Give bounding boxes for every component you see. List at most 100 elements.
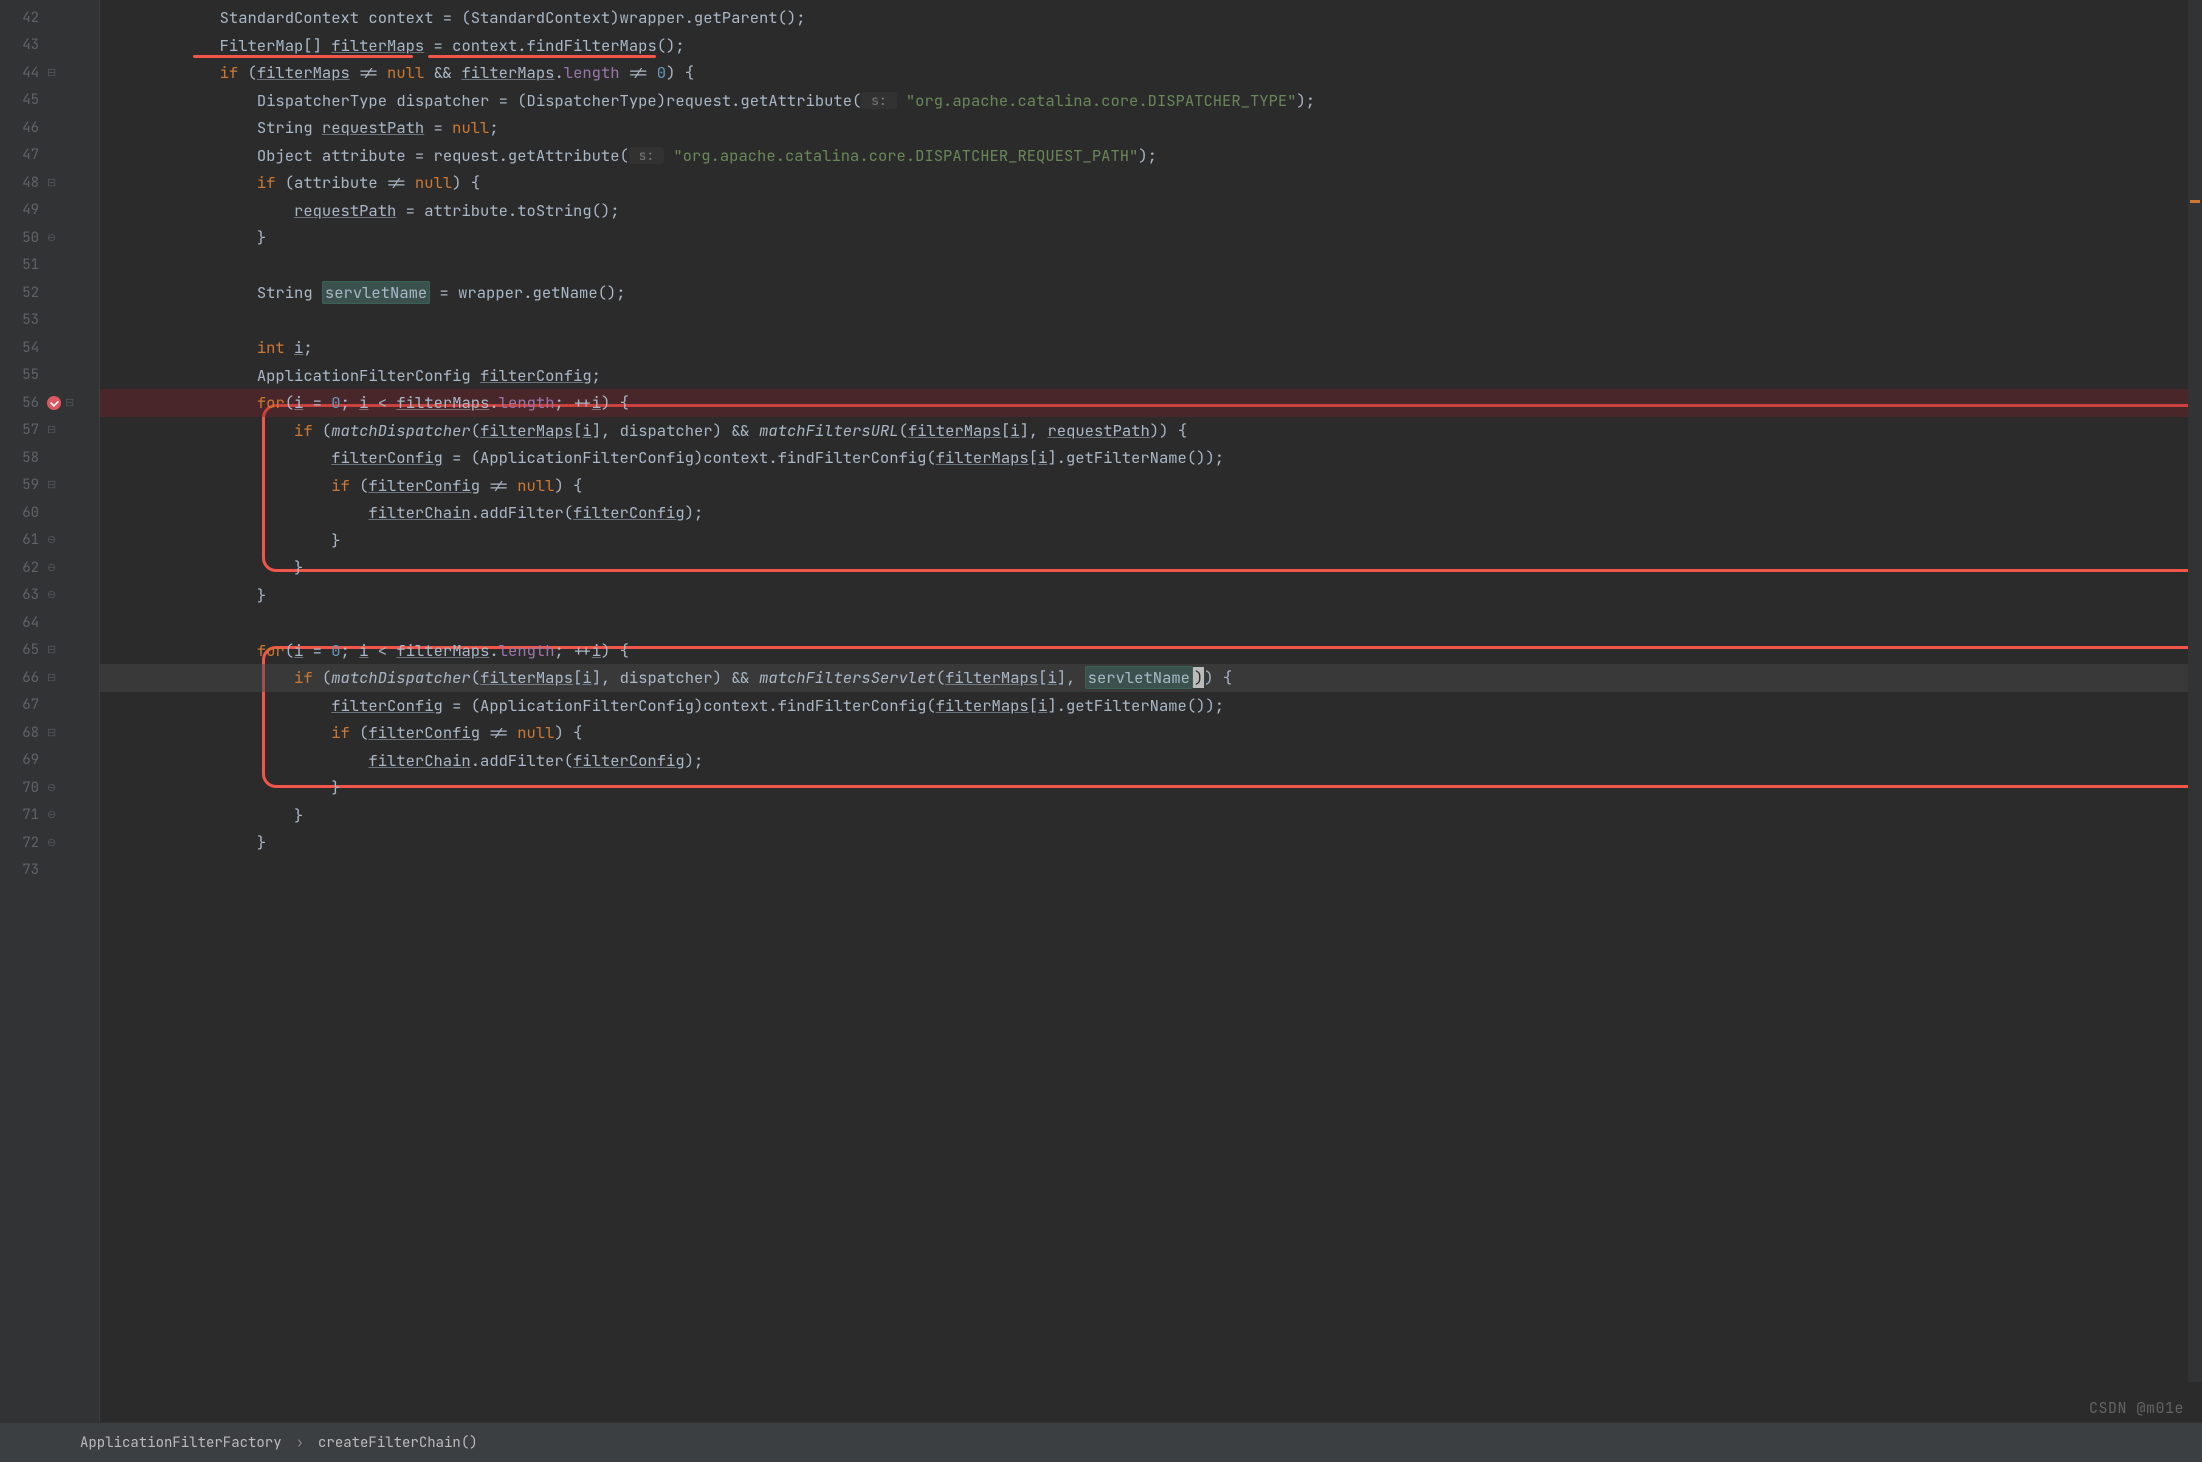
- fold-icon[interactable]: ⊟: [47, 726, 56, 740]
- gutter-row[interactable]: 59 ⊟: [0, 472, 99, 500]
- stripe-mark[interactable]: [2190, 200, 2200, 203]
- gutter-row[interactable]: 73: [0, 857, 99, 885]
- gutter-row[interactable]: 43: [0, 32, 99, 60]
- line-number[interactable]: 50: [3, 229, 43, 247]
- fold-icon[interactable]: ⊟: [65, 396, 74, 410]
- gutter-row[interactable]: 44⊟: [0, 59, 99, 87]
- code-line[interactable]: if (filterConfig != null) {: [100, 719, 2202, 747]
- line-number[interactable]: 59: [3, 476, 43, 494]
- gutter-row[interactable]: 50 ⊖: [0, 224, 99, 252]
- line-number[interactable]: 52: [3, 284, 43, 302]
- line-number[interactable]: 48: [3, 174, 43, 192]
- fold-icon[interactable]: ⊟: [47, 478, 56, 492]
- gutter-row[interactable]: 72 ⊖: [0, 829, 99, 857]
- gutter-row[interactable]: 63 ⊖: [0, 582, 99, 610]
- code-line[interactable]: }: [100, 224, 2202, 252]
- gutter-row[interactable]: 53: [0, 307, 99, 335]
- gutter-row[interactable]: 68 ⊟: [0, 719, 99, 747]
- gutter-row[interactable]: 66 ⊟: [0, 664, 99, 692]
- code-line[interactable]: requestPath = attribute.toString();: [100, 197, 2202, 225]
- fold-icon[interactable]: ⊟: [47, 671, 56, 685]
- line-number[interactable]: 43: [3, 36, 43, 54]
- gutter-row[interactable]: 65 ⊟: [0, 637, 99, 665]
- code-line[interactable]: }: [100, 554, 2202, 582]
- gutter-row[interactable]: 61⊖: [0, 527, 99, 555]
- line-number[interactable]: 66: [3, 669, 43, 687]
- code-line[interactable]: if (matchDispatcher(filterMaps[i], dispa…: [100, 417, 2202, 445]
- line-number[interactable]: 56: [3, 394, 43, 412]
- breadcrumb-class[interactable]: ApplicationFilterFactory: [80, 1434, 282, 1452]
- line-number[interactable]: 47: [3, 146, 43, 164]
- gutter-row[interactable]: 48 ⊟: [0, 169, 99, 197]
- code-line[interactable]: filterChain.addFilter(filterConfig);: [100, 499, 2202, 527]
- gutter-row[interactable]: 46: [0, 114, 99, 142]
- line-number[interactable]: 63: [3, 586, 43, 604]
- code-line[interactable]: [100, 307, 2202, 335]
- line-number[interactable]: 71: [3, 806, 43, 824]
- line-number[interactable]: 60: [3, 504, 43, 522]
- line-number[interactable]: 53: [3, 311, 43, 329]
- breadcrumb-method[interactable]: createFilterChain(): [318, 1434, 478, 1452]
- fold-icon[interactable]: ⊖: [47, 561, 56, 575]
- line-number[interactable]: 46: [3, 119, 43, 137]
- line-number[interactable]: 70: [3, 779, 43, 797]
- gutter-row[interactable]: 49: [0, 197, 99, 225]
- gutter-row[interactable]: 51: [0, 252, 99, 280]
- line-number[interactable]: 58: [3, 449, 43, 467]
- gutter-row[interactable]: 62 ⊖: [0, 554, 99, 582]
- line-number[interactable]: 64: [3, 614, 43, 632]
- code-line[interactable]: filterConfig = (ApplicationFilterConfig)…: [100, 444, 2202, 472]
- line-number[interactable]: 62: [3, 559, 43, 577]
- code-line[interactable]: String servletName = wrapper.getName();: [100, 279, 2202, 307]
- gutter-row[interactable]: 42: [0, 4, 99, 32]
- code-line[interactable]: Object attribute = request.getAttribute(…: [100, 142, 2202, 170]
- fold-icon[interactable]: ⊟: [47, 643, 56, 657]
- code-line[interactable]: ApplicationFilterConfig filterConfig;: [100, 362, 2202, 390]
- gutter-row[interactable]: 71 ⊖: [0, 802, 99, 830]
- line-number[interactable]: 67: [3, 696, 43, 714]
- line-number[interactable]: 65: [3, 641, 43, 659]
- fold-icon[interactable]: ⊖: [47, 588, 56, 602]
- gutter-row[interactable]: 69: [0, 747, 99, 775]
- line-number[interactable]: 55: [3, 366, 43, 384]
- code-line[interactable]: if (attribute != null) {: [100, 169, 2202, 197]
- gutter-row[interactable]: 67: [0, 692, 99, 720]
- fold-icon[interactable]: ⊟: [47, 423, 56, 437]
- line-number[interactable]: 69: [3, 751, 43, 769]
- code-line[interactable]: if (filterMaps != null && filterMaps.len…: [100, 59, 2202, 87]
- fold-icon[interactable]: ⊖: [47, 231, 56, 245]
- line-number[interactable]: 72: [3, 834, 43, 852]
- line-number[interactable]: 54: [3, 339, 43, 357]
- code-line[interactable]: }: [100, 829, 2202, 857]
- gutter-row[interactable]: 55: [0, 362, 99, 390]
- line-number[interactable]: 73: [3, 861, 43, 879]
- gutter-row[interactable]: 58: [0, 444, 99, 472]
- fold-icon[interactable]: ⊟: [47, 176, 56, 190]
- error-stripe[interactable]: [2188, 0, 2202, 1382]
- code-line[interactable]: }: [100, 802, 2202, 830]
- gutter-row[interactable]: 47: [0, 142, 99, 170]
- code-line[interactable]: FilterMap[] filterMaps = context.findFil…: [100, 32, 2202, 60]
- line-number[interactable]: 44: [3, 64, 43, 82]
- gutter-row[interactable]: 45: [0, 87, 99, 115]
- gutter-row[interactable]: 52: [0, 279, 99, 307]
- code-line[interactable]: for(i = 0; i < filterMaps.length; ++i) {: [100, 389, 2202, 417]
- line-number[interactable]: 42: [3, 9, 43, 27]
- line-number[interactable]: 57: [3, 421, 43, 439]
- editor-viewport[interactable]: 424344⊟45464748⊟4950⊖515253545556⊟57⊟585…: [0, 0, 2202, 1422]
- code-line[interactable]: StandardContext context = (StandardConte…: [100, 4, 2202, 32]
- fold-icon[interactable]: ⊖: [47, 808, 56, 822]
- gutter-row[interactable]: 54: [0, 334, 99, 362]
- line-number[interactable]: 61: [3, 531, 43, 549]
- line-number[interactable]: 51: [3, 256, 43, 274]
- code-line[interactable]: DispatcherType dispatcher = (DispatcherT…: [100, 87, 2202, 115]
- code-line[interactable]: }: [100, 774, 2202, 802]
- breadcrumb[interactable]: ApplicationFilterFactory › createFilterC…: [0, 1422, 2202, 1462]
- code-line[interactable]: if (matchDispatcher(filterMaps[i], dispa…: [100, 664, 2202, 692]
- fold-icon[interactable]: ⊖: [47, 836, 56, 850]
- gutter-row[interactable]: 56 ⊟: [0, 389, 99, 417]
- code-line[interactable]: [100, 252, 2202, 280]
- line-number[interactable]: 68: [3, 724, 43, 742]
- code-area[interactable]: StandardContext context = (StandardConte…: [100, 0, 2202, 1422]
- code-line[interactable]: filterConfig = (ApplicationFilterConfig)…: [100, 692, 2202, 720]
